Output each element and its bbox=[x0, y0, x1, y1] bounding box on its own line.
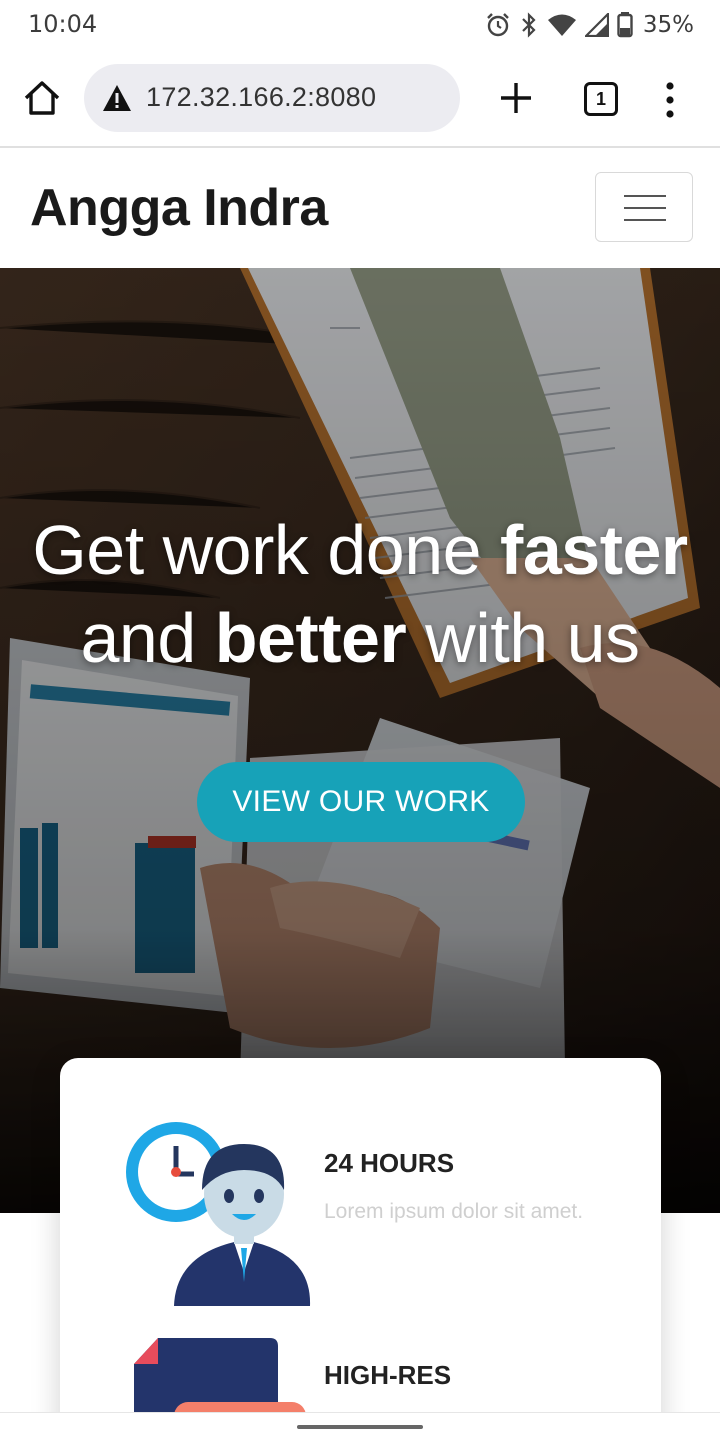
address-bar[interactable]: 172.32.166.2:8080 bbox=[84, 64, 460, 132]
status-time: 10:04 bbox=[28, 10, 98, 38]
hero-headline-emphasis: better bbox=[214, 599, 407, 677]
battery-percent: 35% bbox=[642, 12, 694, 38]
system-navigation-bar bbox=[0, 1412, 720, 1440]
new-tab-icon[interactable] bbox=[498, 80, 534, 116]
tab-switcher-icon[interactable]: 1 bbox=[584, 82, 618, 116]
site-brand[interactable]: Angga Indra bbox=[30, 178, 328, 238]
more-menu-icon[interactable] bbox=[660, 80, 680, 120]
not-secure-warning-icon[interactable] bbox=[102, 84, 132, 112]
hero-headline-part: Get work done bbox=[32, 511, 501, 589]
battery-icon bbox=[617, 12, 633, 38]
hero-headline-emphasis: faster bbox=[500, 511, 688, 589]
alarm-icon bbox=[487, 13, 509, 37]
browser-toolbar: 172.32.166.2:8080 1 bbox=[0, 52, 720, 148]
support-agent-clock-icon bbox=[126, 1122, 311, 1306]
features-card: 24 HOURS Lorem ipsum dolor sit amet. HIG… bbox=[60, 1058, 661, 1440]
hamburger-menu-button[interactable] bbox=[595, 172, 693, 242]
feature-title: HIGH-RES bbox=[324, 1360, 452, 1390]
hero-headline-part: and bbox=[80, 599, 215, 677]
status-bar: 10:04 35% bbox=[0, 0, 720, 52]
signal-icon bbox=[584, 13, 609, 37]
status-icons: 35% bbox=[485, 8, 694, 42]
feature-title: 24 HOURS bbox=[324, 1148, 455, 1178]
hero-headline-part: with us bbox=[406, 599, 640, 677]
site-navbar: Angga Indra bbox=[0, 150, 720, 268]
wifi-icon bbox=[547, 14, 576, 36]
hero-headline: Get work done faster and better with us bbox=[0, 506, 720, 682]
url-text[interactable]: 172.32.166.2:8080 bbox=[146, 82, 376, 113]
view-our-work-button[interactable]: VIEW OUR WORK bbox=[197, 762, 525, 842]
home-gesture-handle[interactable] bbox=[297, 1425, 423, 1429]
bluetooth-icon bbox=[522, 12, 536, 38]
home-icon[interactable] bbox=[22, 78, 62, 118]
feature-description: Lorem ipsum dolor sit amet. bbox=[324, 1200, 584, 1223]
